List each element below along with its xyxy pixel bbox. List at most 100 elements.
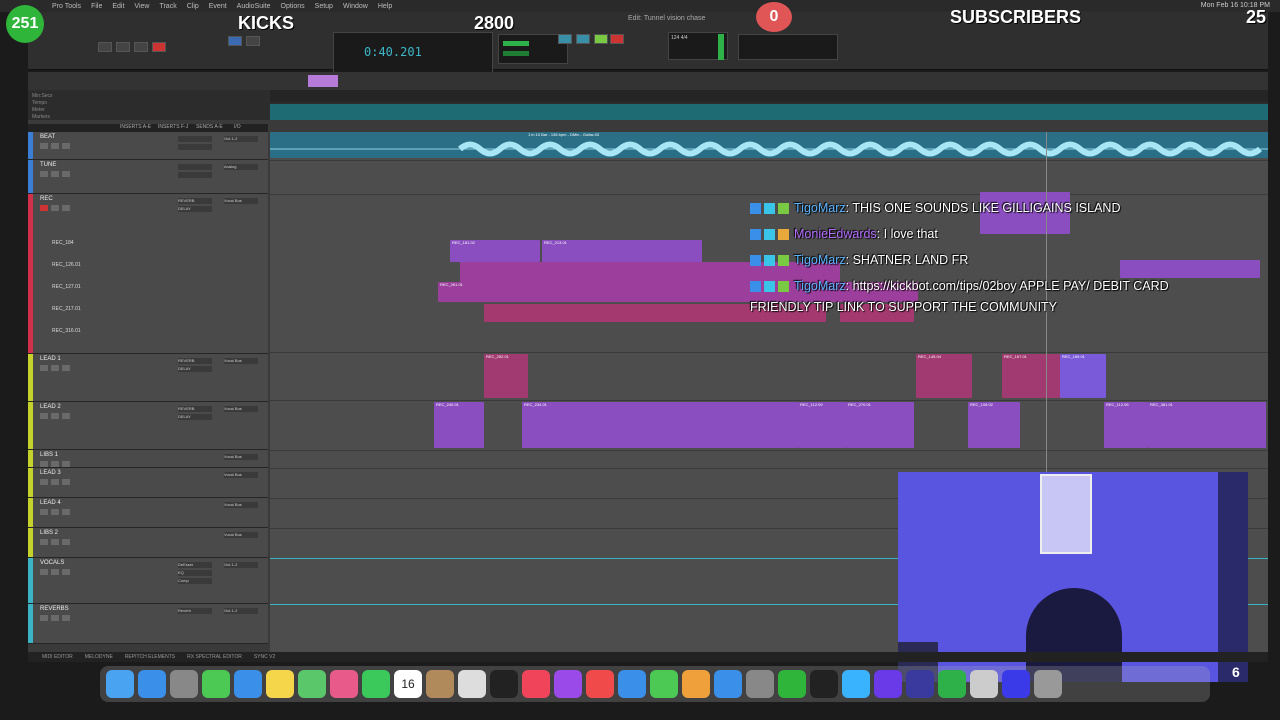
pro-tools-icon[interactable] <box>874 670 902 698</box>
safari-icon[interactable] <box>138 670 166 698</box>
stop-button[interactable] <box>116 42 130 52</box>
send-slot[interactable]: DELAY <box>178 414 212 420</box>
solo-button[interactable] <box>51 479 59 485</box>
track-header[interactable]: LIBS 2 Vocal Bus <box>28 528 268 558</box>
record-button[interactable] <box>40 479 48 485</box>
mute-button[interactable] <box>62 171 70 177</box>
record-button[interactable] <box>40 143 48 149</box>
send-slot[interactable]: DELAY <box>178 206 212 212</box>
rec-clip[interactable]: REC_213.01 <box>542 240 702 262</box>
lead1-clip[interactable]: REC_145.04 <box>916 354 972 398</box>
mail-icon[interactable] <box>234 670 262 698</box>
chat-username[interactable]: TigoMarz <box>794 253 846 267</box>
track-name[interactable]: LEAD 3 <box>40 470 61 476</box>
record-button[interactable] <box>40 539 48 545</box>
track-name[interactable]: VOCALS <box>40 560 64 566</box>
grid-nudge-display[interactable] <box>738 34 838 60</box>
io-selector[interactable]: Vocal Bus <box>224 198 258 204</box>
rec-enable-button[interactable] <box>610 34 624 44</box>
lead1-clip[interactable]: REC_252.01 <box>484 354 528 398</box>
podcasts-icon[interactable] <box>554 670 582 698</box>
io-selector[interactable]: Vocal Bus <box>224 358 258 364</box>
menu-item[interactable]: Edit <box>112 3 124 10</box>
menu-item[interactable]: Pro Tools <box>52 3 81 10</box>
play-button[interactable] <box>134 42 148 52</box>
track-name[interactable]: LEAD 1 <box>40 356 61 362</box>
record-button[interactable] <box>40 509 48 515</box>
solo-button[interactable] <box>51 569 59 575</box>
io-selector[interactable]: Vocal Bus <box>224 472 258 478</box>
track-header[interactable]: LIBS 1 Vocal Bus <box>28 450 268 468</box>
selection-marker[interactable] <box>308 75 338 87</box>
send-slot[interactable]: REVERB <box>178 406 212 412</box>
solo-button[interactable] <box>51 509 59 515</box>
menu-item[interactable]: Options <box>281 3 305 10</box>
ilok-icon[interactable] <box>810 670 838 698</box>
tv-icon[interactable] <box>490 670 518 698</box>
contacts-icon[interactable] <box>426 670 454 698</box>
tempo-ruler[interactable] <box>270 104 1268 120</box>
record-button[interactable] <box>40 615 48 621</box>
track-header[interactable]: REC REVERB DELAY Vocal Bus REC_184 REC_126.01… <box>28 194 268 354</box>
track-name[interactable]: LEAD 4 <box>40 500 61 506</box>
rewind-button[interactable] <box>98 42 112 52</box>
track-header[interactable]: LEAD 3 Vocal Bus <box>28 468 268 498</box>
bottom-tab[interactable]: RX SPECTRAL EDITOR <box>187 654 242 660</box>
lead2-clip[interactable]: REC_112.06 <box>1104 402 1148 448</box>
calendar-icon[interactable]: 16 <box>394 670 422 698</box>
menu-item[interactable]: View <box>134 3 149 10</box>
menu-item[interactable]: AudioSuite <box>237 3 271 10</box>
track-name[interactable]: LIBS 1 <box>40 452 58 458</box>
mute-button[interactable] <box>62 143 70 149</box>
lead2-clip[interactable]: REC_112.09 <box>798 402 846 448</box>
keynote-icon[interactable] <box>618 670 646 698</box>
record-button[interactable] <box>152 42 166 52</box>
record-button[interactable] <box>40 365 48 371</box>
solo-button[interactable] <box>51 205 59 211</box>
send-slot[interactable]: DELAY <box>178 366 212 372</box>
io-selector[interactable]: Vocal Bus <box>224 502 258 508</box>
finder-icon[interactable] <box>106 670 134 698</box>
bottom-tab[interactable]: REPITCH ELEMENTS <box>125 654 175 660</box>
rec-clip[interactable]: REC_181.02 <box>450 240 540 262</box>
mute-button[interactable] <box>62 509 70 515</box>
photos-icon[interactable] <box>330 670 358 698</box>
solo-button[interactable] <box>51 171 59 177</box>
mute-button[interactable] <box>62 461 70 467</box>
menu-item[interactable]: Clip <box>187 3 199 10</box>
tool-grabber-button[interactable] <box>228 36 242 46</box>
messages-icon[interactable] <box>202 670 230 698</box>
io-selector[interactable]: Out 1-2 <box>224 562 258 568</box>
waves-icon[interactable] <box>842 670 870 698</box>
notes-icon[interactable] <box>266 670 294 698</box>
music-icon[interactable] <box>522 670 550 698</box>
bottom-tab[interactable]: MIDI EDITOR <box>42 654 73 660</box>
reminders-icon[interactable] <box>458 670 486 698</box>
menu-item[interactable]: Help <box>378 3 392 10</box>
online-button[interactable] <box>594 34 608 44</box>
track-header[interactable]: VOCALS DeEsser EQ Comp Out 1-2 <box>28 558 268 604</box>
screenshot-icon[interactable] <box>1002 670 1030 698</box>
trash-icon[interactable] <box>1034 670 1062 698</box>
lead2-clip[interactable]: REC_108.02 <box>968 402 1020 448</box>
track-name[interactable]: REC <box>40 196 53 202</box>
menu-item[interactable]: Track <box>159 3 176 10</box>
lead2-clip[interactable]: REC_240.01 <box>434 402 484 448</box>
track-name[interactable]: LIBS 2 <box>40 530 58 536</box>
metronome-button[interactable] <box>576 34 590 44</box>
solo-button[interactable] <box>51 143 59 149</box>
send-slot[interactable] <box>178 144 212 150</box>
app-store-icon[interactable] <box>714 670 742 698</box>
track-name[interactable]: REVERBS <box>40 606 69 612</box>
track-header[interactable]: LEAD 4 Vocal Bus <box>28 498 268 528</box>
lead2-clip[interactable]: REC_234.01 <box>522 402 798 448</box>
io-selector[interactable]: Out 1-2 <box>224 608 258 614</box>
news-icon[interactable] <box>586 670 614 698</box>
send-slot[interactable]: DeEsser <box>178 562 212 568</box>
facetime-icon[interactable] <box>362 670 390 698</box>
adobe-icon[interactable] <box>906 670 934 698</box>
send-slot[interactable]: Reverb <box>178 608 212 614</box>
loop-button[interactable] <box>558 34 572 44</box>
record-button[interactable] <box>40 461 48 467</box>
solo-button[interactable] <box>51 539 59 545</box>
